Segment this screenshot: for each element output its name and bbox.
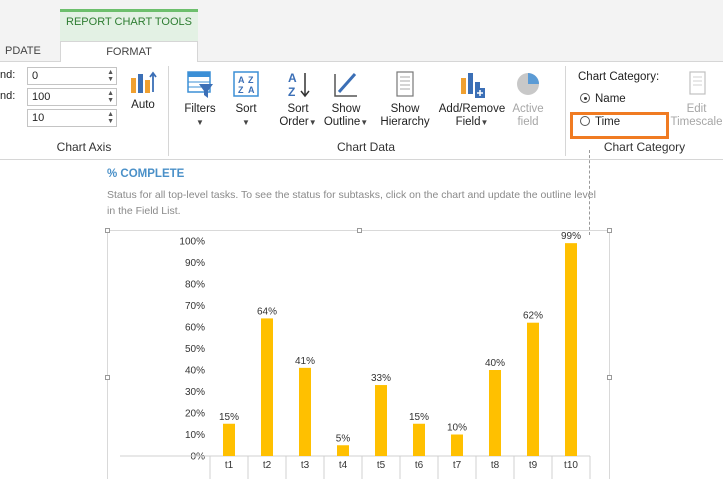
x-tick-label: t5 (377, 460, 386, 471)
y-tick-label: 10% (185, 430, 205, 441)
bar-t2 (261, 318, 273, 456)
x-tick-label: t8 (491, 460, 500, 471)
x-tick-label: t1 (225, 460, 234, 471)
y-tick-label: 90% (185, 258, 205, 269)
bar-t7 (451, 434, 463, 456)
y-tick-label: 20% (185, 409, 205, 420)
percent-complete-chart[interactable]: 0% 10% 20% 30% 40% 50% 60% 70% 80% 90% 100% 15% t1 64… (0, 0, 723, 479)
bar-t4 (337, 445, 349, 456)
x-tick-label: t7 (453, 460, 462, 471)
y-tick-label: 60% (185, 323, 205, 334)
bar-t10 (565, 243, 577, 456)
y-tick-label: 100% (179, 237, 205, 248)
x-tick-label: t6 (415, 460, 424, 471)
bar-t8 (489, 370, 501, 456)
data-label-t9: 62% (523, 311, 543, 322)
y-tick-label: 50% (185, 344, 205, 355)
bar-t5 (375, 385, 387, 456)
y-tick-label: 70% (185, 301, 205, 312)
bar-t9 (527, 322, 539, 456)
bar-t1 (223, 423, 235, 456)
data-label-t4: 5% (336, 433, 351, 444)
data-label-t5: 33% (371, 373, 391, 384)
data-label-t3: 41% (295, 356, 315, 367)
data-label-t7: 10% (447, 423, 467, 434)
data-label-t10: 99% (561, 231, 581, 242)
y-tick-label: 80% (185, 280, 205, 291)
data-label-t6: 15% (409, 412, 429, 423)
x-tick-label: t4 (339, 460, 348, 471)
bar-t3 (299, 367, 311, 456)
x-tick-label: t3 (301, 460, 310, 471)
bar-t6 (413, 423, 425, 456)
data-label-t2: 64% (257, 306, 277, 317)
y-tick-label: 0% (191, 452, 206, 463)
x-tick-label: t10 (564, 460, 578, 471)
x-tick-label: t2 (263, 460, 272, 471)
y-tick-label: 40% (185, 366, 205, 377)
data-label-t8: 40% (485, 358, 505, 369)
data-label-t1: 15% (219, 412, 239, 423)
x-tick-label: t9 (529, 460, 538, 471)
y-tick-label: 30% (185, 387, 205, 398)
